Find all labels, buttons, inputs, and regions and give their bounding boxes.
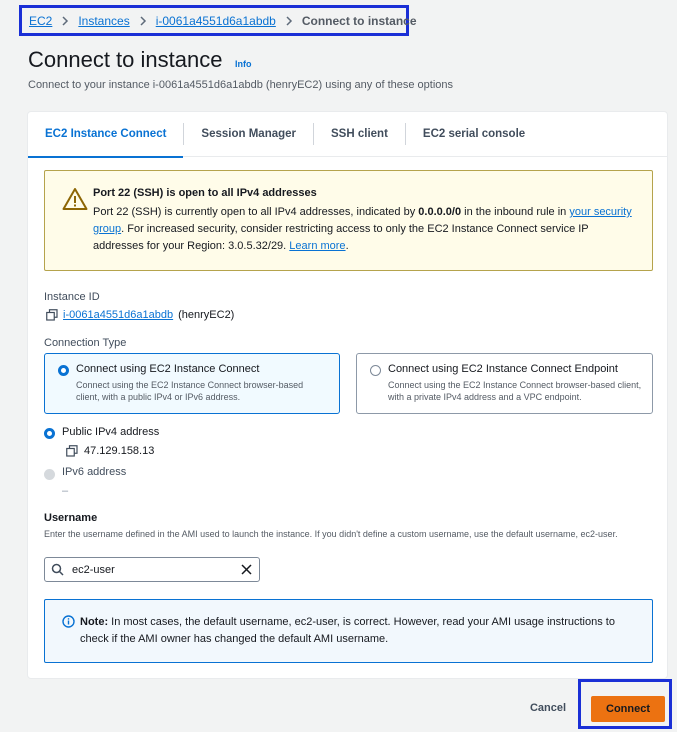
search-icon — [51, 563, 64, 576]
chevron-right-icon — [285, 15, 293, 26]
cancel-button[interactable]: Cancel — [520, 698, 576, 718]
warning-icon — [62, 188, 88, 210]
ipv6-value: – — [62, 485, 69, 497]
ipv6-label: IPv6 address — [62, 466, 127, 478]
tab-ssh-client[interactable]: SSH client — [314, 112, 405, 157]
connect-options-card: EC2 Instance Connect Session Manager SSH… — [27, 111, 668, 679]
tab-bar: EC2 Instance Connect Session Manager SSH… — [28, 112, 667, 158]
radio-ipv6-disabled — [44, 469, 55, 480]
connect-button[interactable]: Connect — [591, 696, 665, 722]
copy-icon[interactable] — [66, 445, 78, 457]
tab-session-manager[interactable]: Session Manager — [184, 112, 313, 157]
option-description: Connect using the EC2 Instance Connect b… — [76, 380, 304, 402]
note-text: Note: In most cases, the default usernam… — [80, 616, 615, 645]
option-title: Connect using EC2 Instance Connect Endpo… — [388, 363, 618, 375]
connect-button-highlight: Connect — [578, 679, 672, 729]
username-help: Enter the username defined in the AMI us… — [44, 529, 618, 539]
warning-body: Port 22 (SSH) is currently open to all I… — [93, 206, 632, 252]
warning-title: Port 22 (SSH) is open to all IPv4 addres… — [93, 187, 317, 199]
option-title: Connect using EC2 Instance Connect — [76, 363, 260, 375]
instance-name: (henryEC2) — [178, 309, 235, 321]
username-note: Note: In most cases, the default usernam… — [44, 599, 653, 663]
breadcrumb-instance-link[interactable]: i-0061a4551d6a1abdb — [156, 14, 276, 28]
ssh-open-warning: Port 22 (SSH) is open to all IPv4 addres… — [44, 170, 653, 271]
chevron-right-icon — [139, 15, 147, 26]
learn-more-link[interactable]: Learn more — [289, 240, 345, 252]
breadcrumb: EC2 Instances i-0061a4551d6a1abdb Connec… — [19, 5, 417, 36]
radio-unselected[interactable] — [370, 365, 381, 376]
info-link[interactable]: Info — [235, 59, 252, 69]
tab-ec2-serial-console[interactable]: EC2 serial console — [406, 112, 542, 157]
page-title: Connect to instance — [28, 47, 223, 72]
page-subtitle: Connect to your instance i-0061a4551d6a1… — [28, 79, 454, 91]
breadcrumb-instances-link[interactable]: Instances — [78, 14, 129, 28]
instance-id-link[interactable]: i-0061a4551d6a1abdb — [63, 309, 173, 321]
username-label: Username — [44, 512, 98, 524]
copy-icon[interactable] — [46, 309, 58, 321]
clear-icon[interactable] — [240, 563, 253, 576]
option-ec2-instance-connect[interactable]: Connect using EC2 Instance Connect Conne… — [44, 353, 340, 414]
option-description: Connect using the EC2 Instance Connect b… — [388, 380, 642, 402]
connection-type-label: Connection Type — [44, 337, 127, 349]
public-ipv4-row: 47.129.158.13 — [66, 445, 154, 457]
chevron-right-icon — [61, 15, 69, 26]
public-ipv4-label: Public IPv4 address — [62, 426, 160, 438]
option-ec2-instance-connect-endpoint[interactable]: Connect using EC2 Instance Connect Endpo… — [356, 353, 653, 414]
instance-id-row: i-0061a4551d6a1abdb (henryEC2) — [46, 309, 234, 321]
tab-ec2-instance-connect[interactable]: EC2 Instance Connect — [28, 112, 184, 158]
breadcrumb-ec2-link[interactable]: EC2 — [29, 14, 52, 28]
public-ipv4-value: 47.129.158.13 — [84, 445, 155, 457]
username-field[interactable] — [44, 557, 260, 582]
radio-selected[interactable] — [58, 365, 69, 376]
radio-public-ipv4[interactable] — [44, 428, 55, 439]
breadcrumb-current: Connect to instance — [301, 13, 417, 28]
username-input[interactable] — [72, 563, 222, 576]
instance-id-label: Instance ID — [44, 291, 100, 303]
info-circle-icon — [62, 615, 75, 628]
